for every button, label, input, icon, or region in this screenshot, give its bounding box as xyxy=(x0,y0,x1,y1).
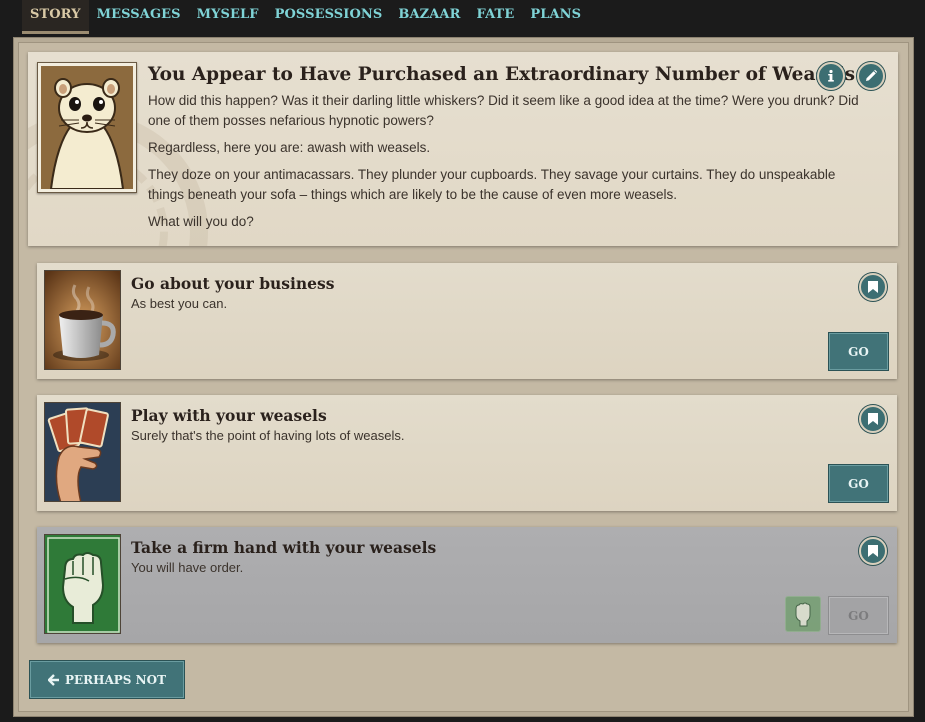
weasel-icon xyxy=(41,66,133,189)
perhaps-not-button[interactable]: PERHAPS NOT xyxy=(29,660,185,699)
branch-firm-hand: Take a firm hand with your weasels You w… xyxy=(37,527,897,643)
tab-story[interactable]: STORY xyxy=(22,0,89,34)
clenched-fist-icon xyxy=(45,535,120,633)
edit-button[interactable] xyxy=(857,62,885,90)
storylet-paragraph: They doze on your antimacassars. They pl… xyxy=(148,167,836,202)
playing-cards-icon xyxy=(45,403,120,501)
go-button[interactable]: GO xyxy=(828,464,889,503)
bookmark-icon xyxy=(868,545,878,557)
branch-description: Surely that's the point of having lots o… xyxy=(131,428,405,443)
branch-description: You will have order. xyxy=(131,560,244,575)
branch-image xyxy=(44,402,121,502)
storylet-image xyxy=(37,62,137,193)
bookmark-button[interactable] xyxy=(859,537,887,565)
top-navigation: STORY MESSAGES MYSELF POSSESSIONS BAZAAR… xyxy=(0,0,925,34)
branch-title: Play with your weasels xyxy=(131,406,327,425)
bookmark-icon xyxy=(868,413,878,425)
bookmark-icon xyxy=(868,281,878,293)
arrow-left-icon xyxy=(47,673,59,686)
go-button[interactable]: GO xyxy=(828,332,889,371)
tab-myself[interactable]: MYSELF xyxy=(189,0,267,34)
weasel-illustration xyxy=(41,66,133,189)
go-button-disabled: GO xyxy=(828,596,889,635)
fist-requirement-icon xyxy=(795,602,811,627)
storylet-paragraph: Regardless, here you are: awash with wea… xyxy=(148,140,431,155)
pencil-icon xyxy=(866,69,878,81)
storylet-description: How did this happen? Was it their darlin… xyxy=(148,91,868,239)
storylet-paragraph: How did this happen? Was it their darlin… xyxy=(148,93,859,128)
tab-bazaar[interactable]: BAZAAR xyxy=(390,0,468,34)
branch-title: Take a firm hand with your weasels xyxy=(131,538,437,557)
coffee-mug-icon xyxy=(45,271,120,369)
tab-messages[interactable]: MESSAGES xyxy=(89,0,189,34)
branch-description: As best you can. xyxy=(131,296,228,311)
info-button[interactable] xyxy=(817,62,845,90)
storylet-header: You Appear to Have Purchased an Extraord… xyxy=(28,52,898,246)
branch-image xyxy=(44,534,121,634)
branch-play-with-weasels: Play with your weasels Surely that's the… xyxy=(37,395,897,511)
perhaps-not-label: PERHAPS NOT xyxy=(64,672,166,687)
branch-go-about-business: Go about your business As best you can. … xyxy=(37,263,897,379)
info-icon xyxy=(828,69,834,82)
bookmark-button[interactable] xyxy=(859,405,887,433)
tab-possessions[interactable]: POSSESSIONS xyxy=(267,0,391,34)
storylet-paragraph: What will you do? xyxy=(148,214,254,229)
storylet-title: You Appear to Have Purchased an Extraord… xyxy=(148,64,856,85)
tab-plans[interactable]: PLANS xyxy=(522,0,589,34)
tab-fate[interactable]: FATE xyxy=(469,0,523,34)
requirement-fist-icon[interactable] xyxy=(785,596,821,632)
branch-image xyxy=(44,270,121,370)
branch-title: Go about your business xyxy=(131,274,335,293)
bookmark-button[interactable] xyxy=(859,273,887,301)
